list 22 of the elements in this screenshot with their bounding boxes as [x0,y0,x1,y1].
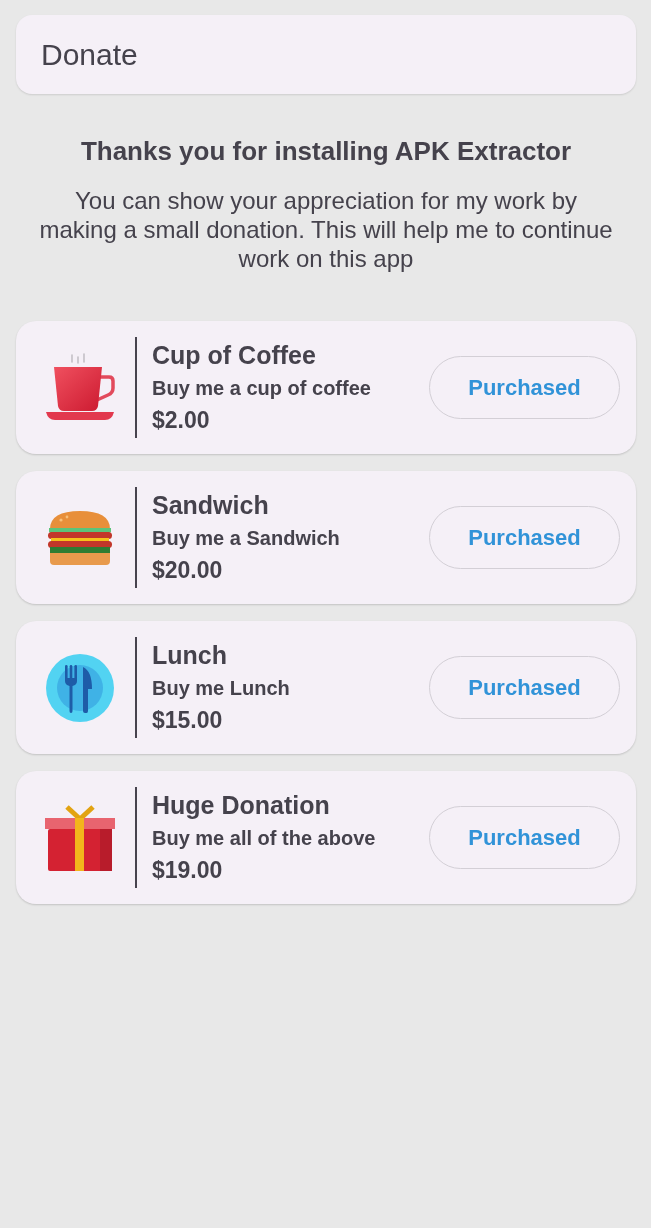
item-description: Buy me all of the above [152,826,376,851]
item-title: Sandwich [152,490,269,521]
purchased-button[interactable]: Purchased [429,806,620,869]
item-price: $2.00 [152,406,210,435]
purchased-button[interactable]: Purchased [429,356,620,419]
purchased-button[interactable]: Purchased [429,506,620,569]
item-price: $19.00 [152,856,223,885]
thanks-heading: Thanks you for installing APK Extractor [80,136,572,166]
item-title: Huge Donation [152,790,330,821]
fork-knife-plate-icon [45,652,115,723]
purchased-button[interactable]: Purchased [429,656,620,719]
item-title: Cup of Coffee [152,340,316,371]
gift-box-icon [45,802,115,873]
item-price: $15.00 [152,706,223,735]
intro-text: You can show your appreciation for my work by making a small donation. This will help me to continue work on this app [38,186,614,273]
page-title: Donate [41,36,138,73]
item-description: Buy me Lunch [152,676,290,701]
item-title: Lunch [152,640,227,671]
item-description: Buy me a cup of coffee [152,376,371,401]
item-price: $20.00 [152,556,223,585]
coffee-cup-icon [45,352,115,423]
item-description: Buy me a Sandwich [152,526,340,551]
